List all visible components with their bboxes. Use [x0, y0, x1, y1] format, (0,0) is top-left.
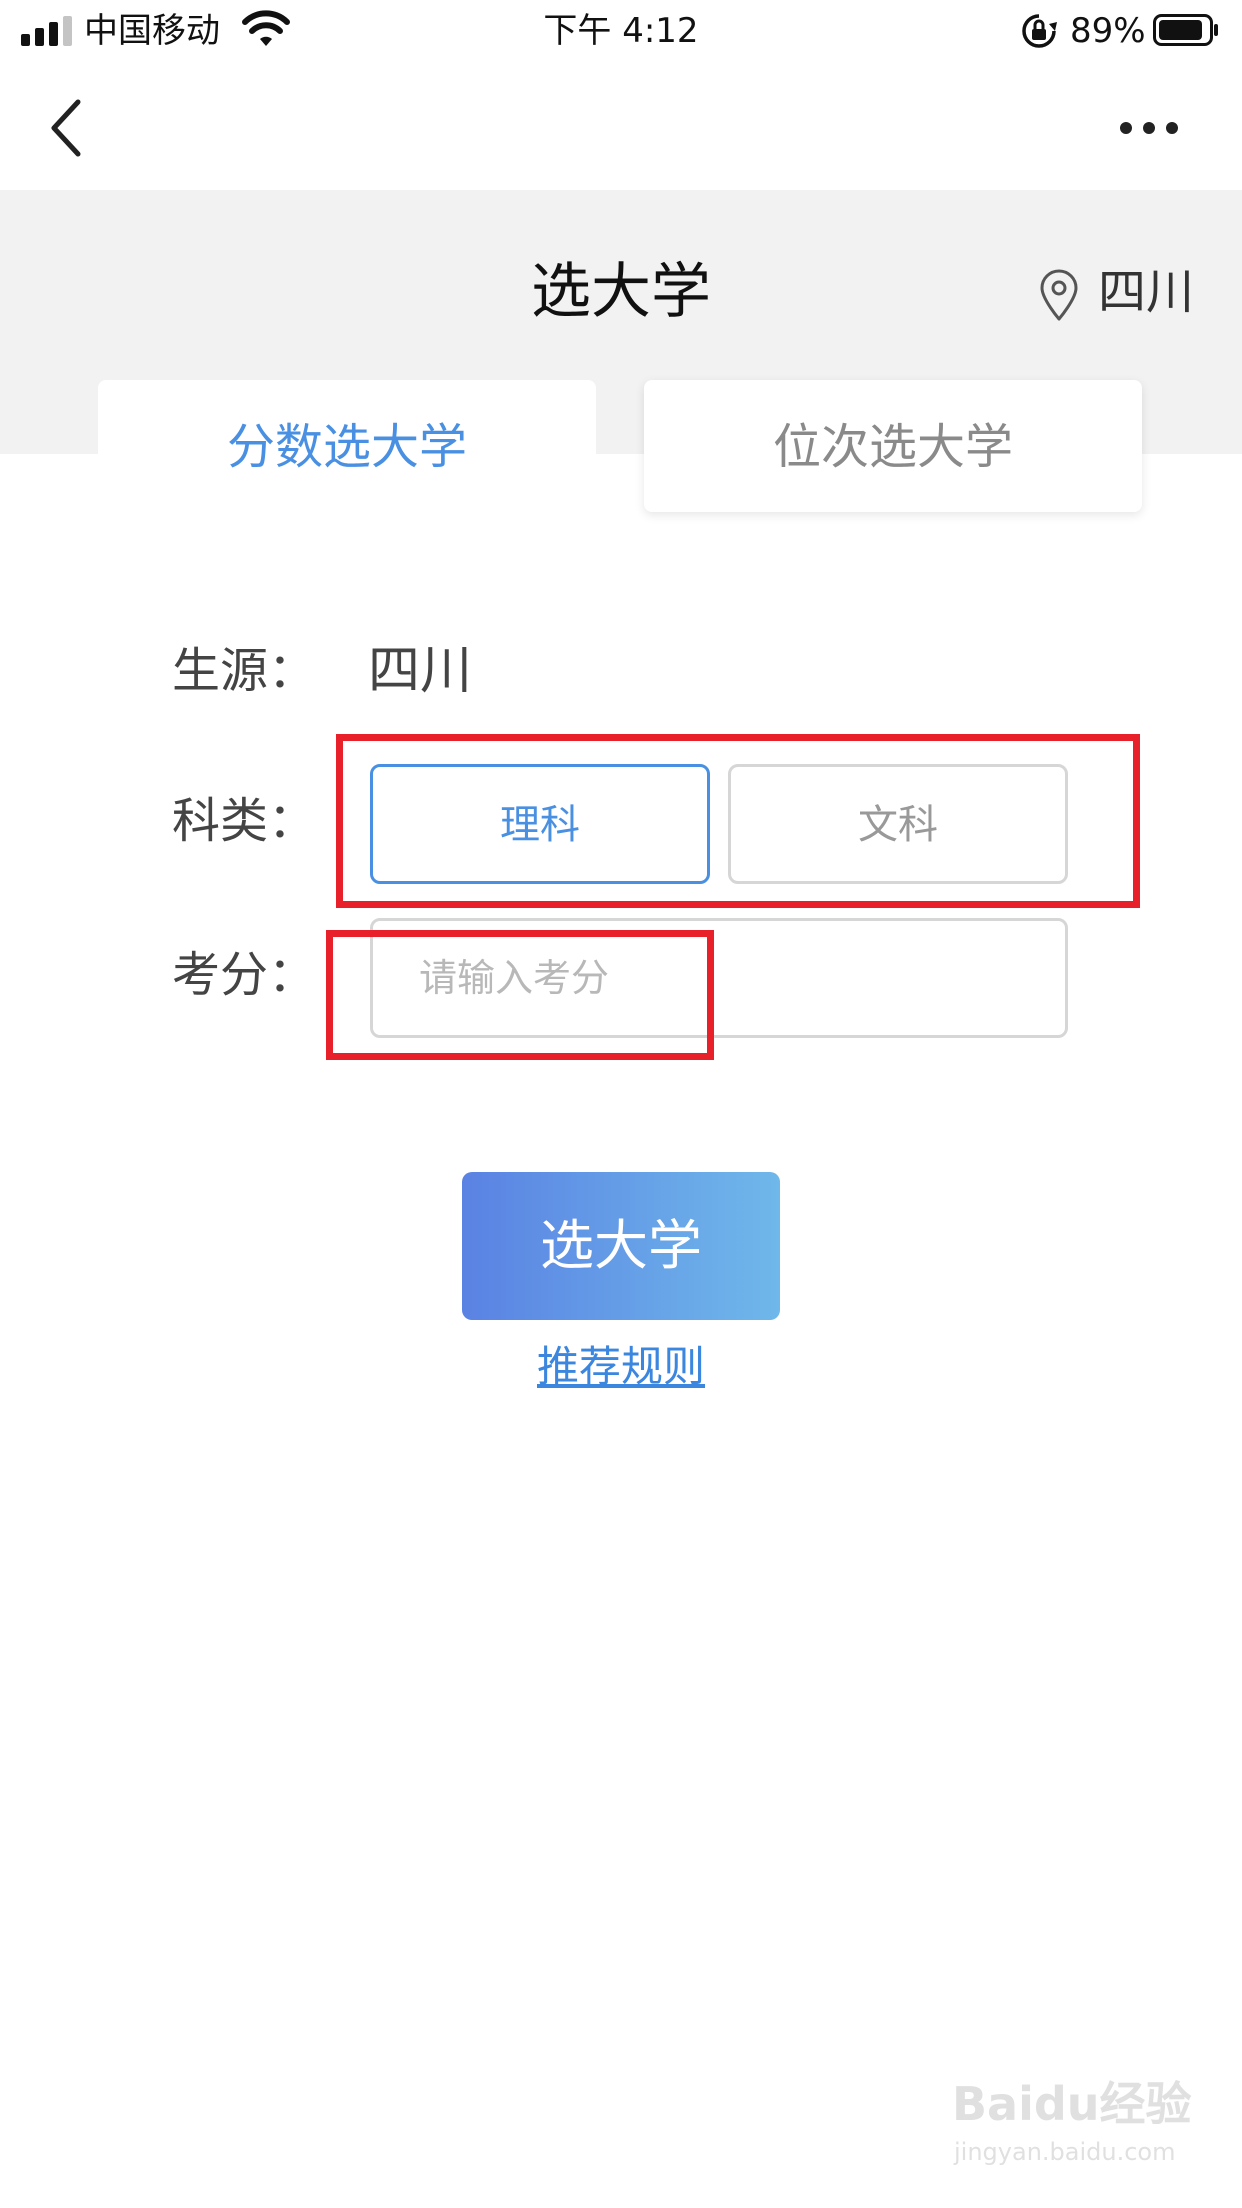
score-input[interactable]: [370, 918, 1068, 1038]
map-pin-icon: [1040, 269, 1078, 321]
score-label: 考分：: [172, 947, 317, 1003]
subject-label: 科类：: [172, 793, 317, 849]
source-label: 生源：: [172, 643, 317, 699]
submit-button[interactable]: 选大学: [462, 1172, 780, 1320]
battery-icon: [1153, 14, 1218, 46]
source-value: 四川: [368, 641, 473, 701]
recommendation-rules-link[interactable]: 推荐规则: [537, 1342, 705, 1391]
rotation-lock-icon: [1022, 14, 1057, 48]
baidu-watermark: Baidu经验 jingyan.baidu.com: [952, 2074, 1192, 2184]
tab-rank[interactable]: 位次选大学: [644, 380, 1142, 512]
subject-option-arts[interactable]: 文科: [728, 764, 1068, 884]
tab-score[interactable]: 分数选大学: [98, 380, 596, 500]
location-label: 四川: [1098, 264, 1195, 320]
rules-link-row: 推荐规则: [0, 1336, 1242, 1398]
subject-option-science[interactable]: 理科: [370, 764, 710, 884]
watermark-url: jingyan.baidu.com: [954, 2138, 1176, 2166]
back-button[interactable]: [42, 96, 92, 160]
watermark-brand: Baidu经验: [952, 2077, 1192, 2131]
nav-bar: [0, 62, 1242, 190]
battery-percentage: 89%: [1070, 11, 1146, 51]
more-options-button[interactable]: [1116, 114, 1182, 142]
status-bar: 中国移动 下午 4:12 89%: [0, 0, 1242, 62]
